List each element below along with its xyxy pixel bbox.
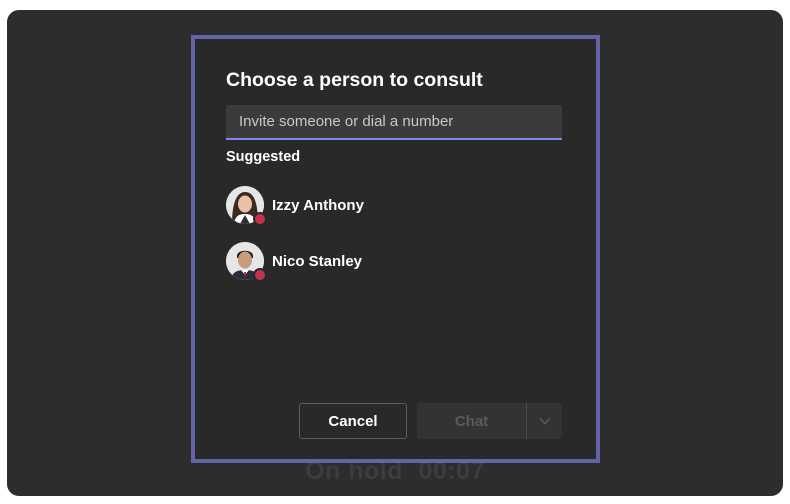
chevron-down-icon: [538, 417, 551, 425]
busy-presence-icon: [253, 268, 267, 282]
cancel-button[interactable]: Cancel: [299, 403, 407, 439]
busy-presence-icon: [253, 212, 267, 226]
consult-dialog: Choose a person to consult Suggested Izz…: [191, 35, 600, 463]
suggested-person-nico-stanley[interactable]: Nico Stanley: [226, 241, 426, 282]
suggested-label: Suggested: [226, 149, 301, 165]
female-avatar: [226, 186, 267, 226]
male-avatar: [226, 242, 267, 282]
chat-button[interactable]: Chat: [417, 403, 526, 439]
person-name: Nico Stanley: [272, 252, 363, 270]
search-input[interactable]: [226, 105, 562, 140]
person-name: Izzy Anthony: [272, 196, 364, 214]
chat-options-button[interactable]: [527, 403, 562, 439]
dialog-title: Choose a person to consult: [226, 69, 483, 91]
suggested-person-izzy-anthony[interactable]: Izzy Anthony: [226, 185, 426, 226]
